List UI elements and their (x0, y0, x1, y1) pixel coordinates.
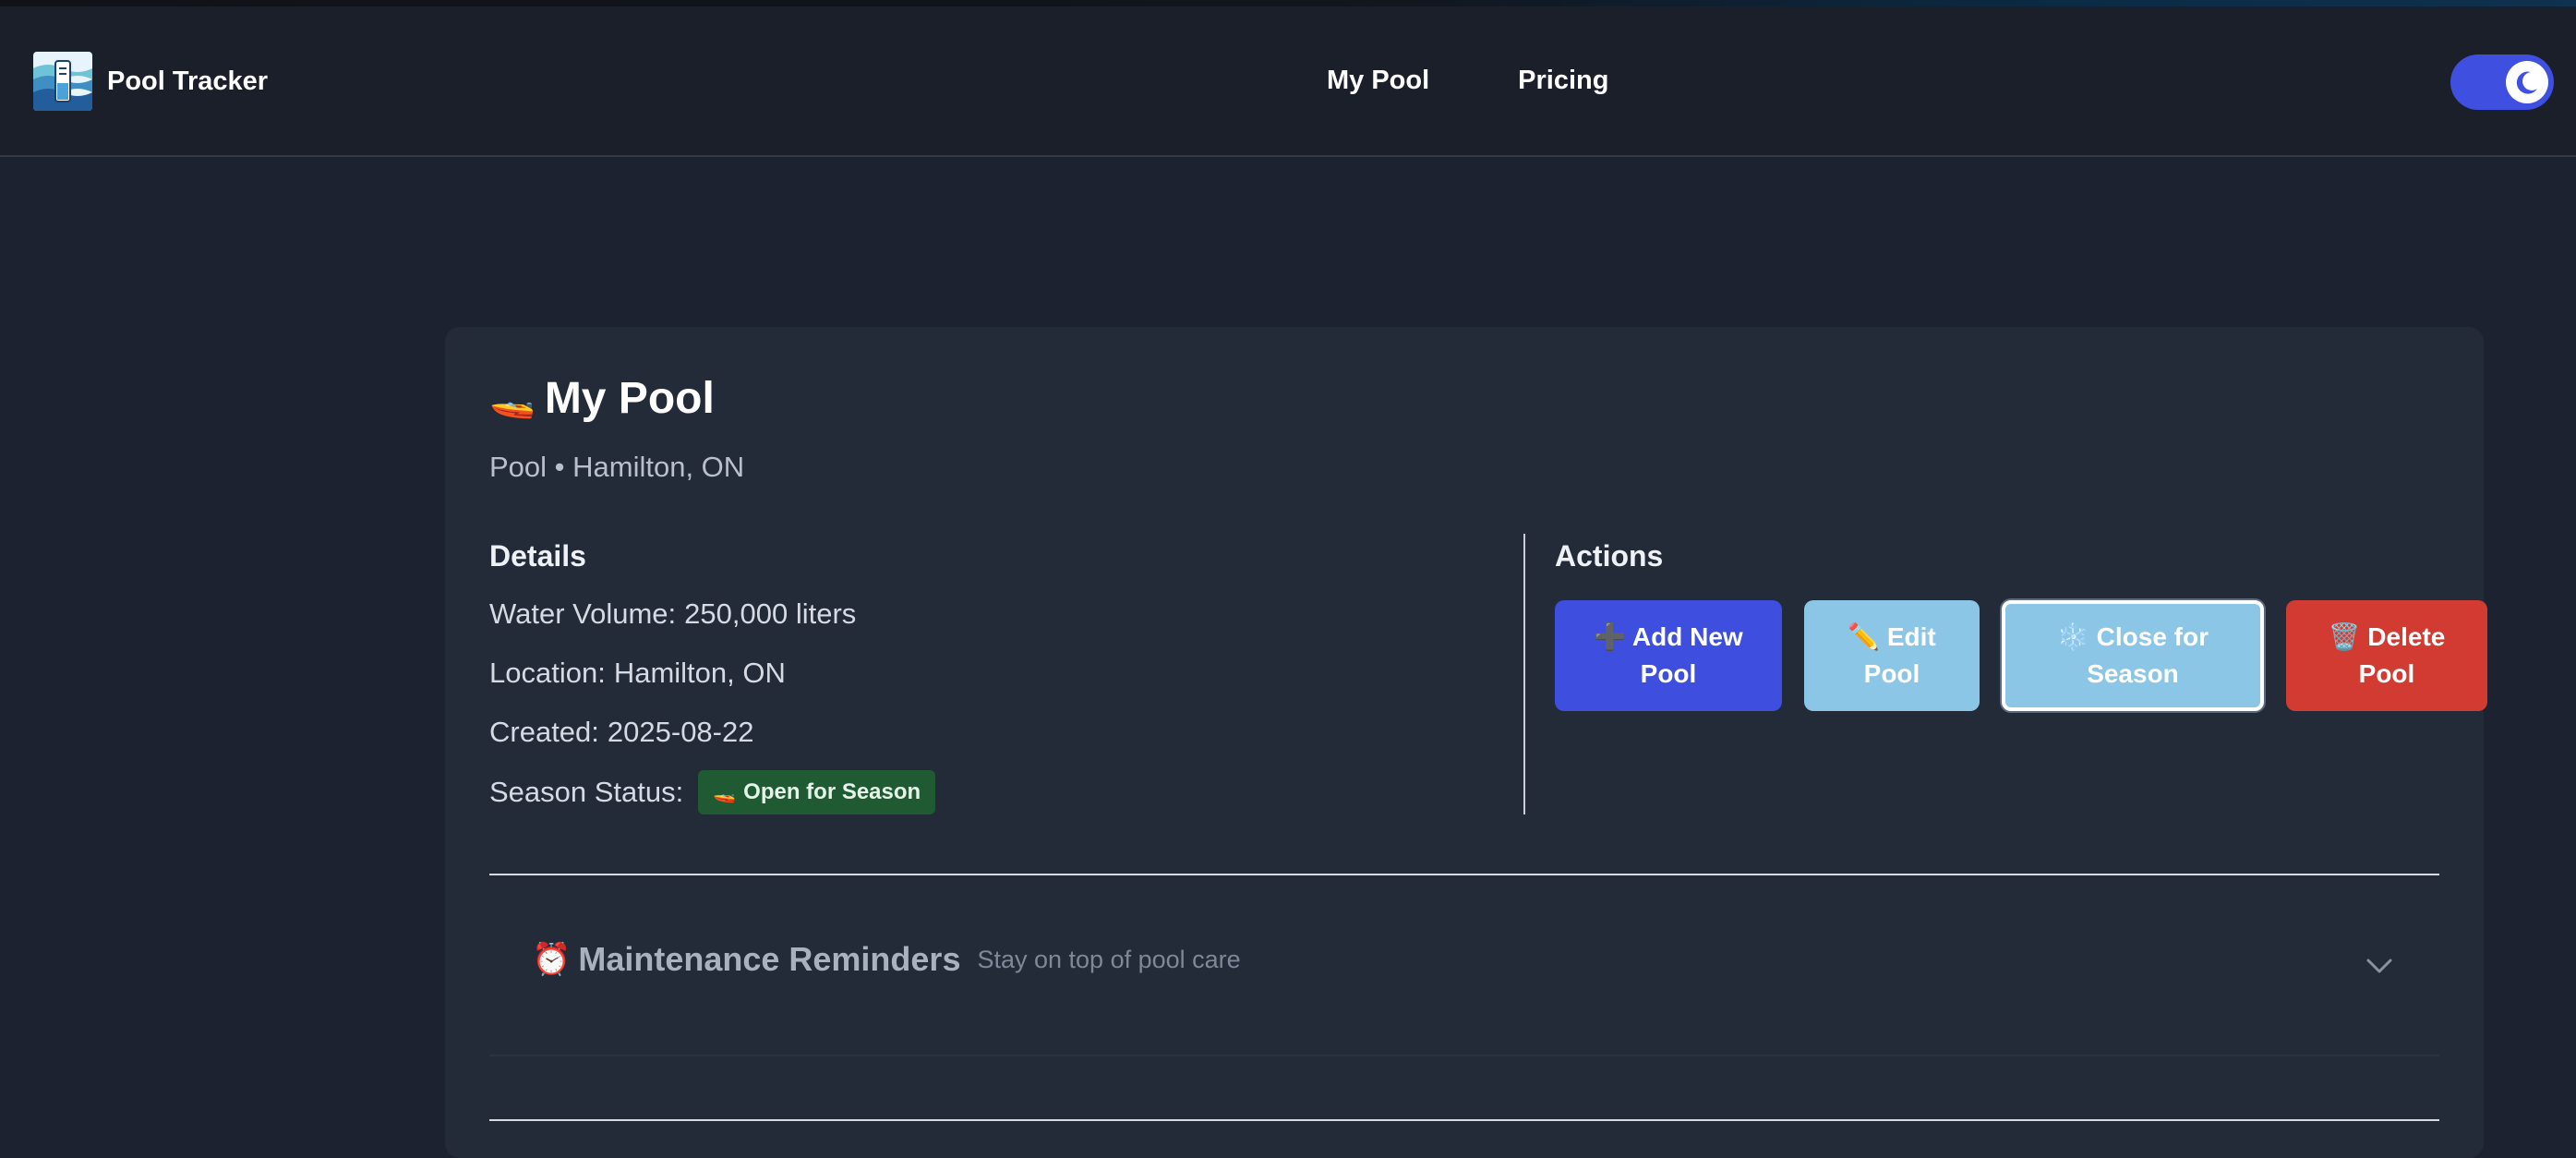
moon-icon (2516, 71, 2537, 94)
created-value: 2025-08-22 (607, 716, 754, 748)
divider-bottom (489, 1119, 2439, 1121)
trash-icon: 🗑️ (2328, 621, 2361, 652)
pool-title: My Pool (544, 374, 715, 423)
created-label: Created: (489, 716, 599, 748)
theme-toggle[interactable] (2450, 54, 2554, 110)
status-badge-text: Open for Season (743, 779, 921, 804)
nav-pricing[interactable]: Pricing (1518, 66, 1608, 96)
water-volume-row: Water Volume: 250,000 liters (489, 597, 856, 631)
app-name: Pool Tracker (107, 66, 269, 96)
accordion-title: Maintenance Reminders (578, 940, 961, 978)
location-label: Location: (489, 657, 606, 689)
main-nav: My Pool Pricing (1327, 66, 1608, 96)
boat-icon: 🚤 (713, 781, 737, 803)
top-accent-bar (0, 0, 2576, 6)
add-new-pool-button[interactable]: ➕ Add New Pool (1555, 600, 1782, 711)
actions-heading: Actions (1555, 539, 1664, 573)
season-status-label: Season Status: (489, 776, 684, 808)
snowflake-icon: ❄️ (2056, 621, 2089, 652)
pool-subtitle: Pool • Hamilton, ON (489, 451, 745, 483)
pool-tracker-logo-icon (33, 52, 92, 111)
toggle-knob (2506, 61, 2548, 103)
edit-label-line1: Edit (1886, 622, 1936, 651)
boat-icon: 🚤 (489, 378, 536, 420)
accordion-subtitle: Stay on top of pool care (977, 945, 1241, 973)
accordion-header: ⏰ Maintenance Reminders Stay on top of p… (532, 940, 1241, 979)
delete-pool-button[interactable]: 🗑️ Delete Pool (2286, 600, 2487, 711)
action-buttons: ➕ Add New Pool ✏️ Edit Pool ❄️ Close for… (1555, 600, 2487, 711)
close-label-line1: Close for (2096, 622, 2209, 651)
status-badge: 🚤 Open for Season (698, 770, 936, 814)
season-status-row: Season Status: 🚤 Open for Season (489, 770, 936, 814)
section-divider (1523, 534, 1525, 814)
location-value: Hamilton, ON (613, 657, 786, 689)
alarm-clock-icon: ⏰ (532, 941, 572, 978)
pool-card: 🚤 My Pool Pool • Hamilton, ON Details Wa… (445, 327, 2487, 1158)
add-label-line2: Pool (1640, 659, 1697, 688)
plus-icon: ➕ (1594, 621, 1627, 652)
add-label-line1: Add New (1631, 622, 1743, 651)
created-row: Created: 2025-08-22 (489, 716, 753, 749)
location-row: Location: Hamilton, ON (489, 657, 786, 690)
chevron-down-icon[interactable] (2365, 957, 2393, 975)
edit-pool-button[interactable]: ✏️ Edit Pool (1804, 600, 1980, 711)
close-label-line2: Season (2087, 659, 2179, 688)
edit-label-line2: Pool (1863, 659, 1920, 688)
close-for-season-button[interactable]: ❄️ Close for Season (2002, 600, 2264, 711)
brand[interactable]: Pool Tracker (33, 52, 268, 111)
delete-label-line2: Pool (2358, 659, 2415, 688)
details-heading: Details (489, 539, 586, 573)
nav-my-pool[interactable]: My Pool (1327, 66, 1429, 96)
top-navbar: Pool Tracker My Pool Pricing (0, 6, 2576, 157)
water-volume-label: Water Volume: (489, 597, 677, 630)
water-volume-value: 250,000 liters (684, 597, 857, 630)
pencil-icon: ✏️ (1848, 621, 1881, 652)
delete-label-line1: Delete (2367, 622, 2446, 651)
maintenance-reminders-accordion[interactable]: ⏰ Maintenance Reminders Stay on top of p… (489, 875, 2439, 1056)
page-title: 🚤 My Pool (489, 373, 715, 424)
